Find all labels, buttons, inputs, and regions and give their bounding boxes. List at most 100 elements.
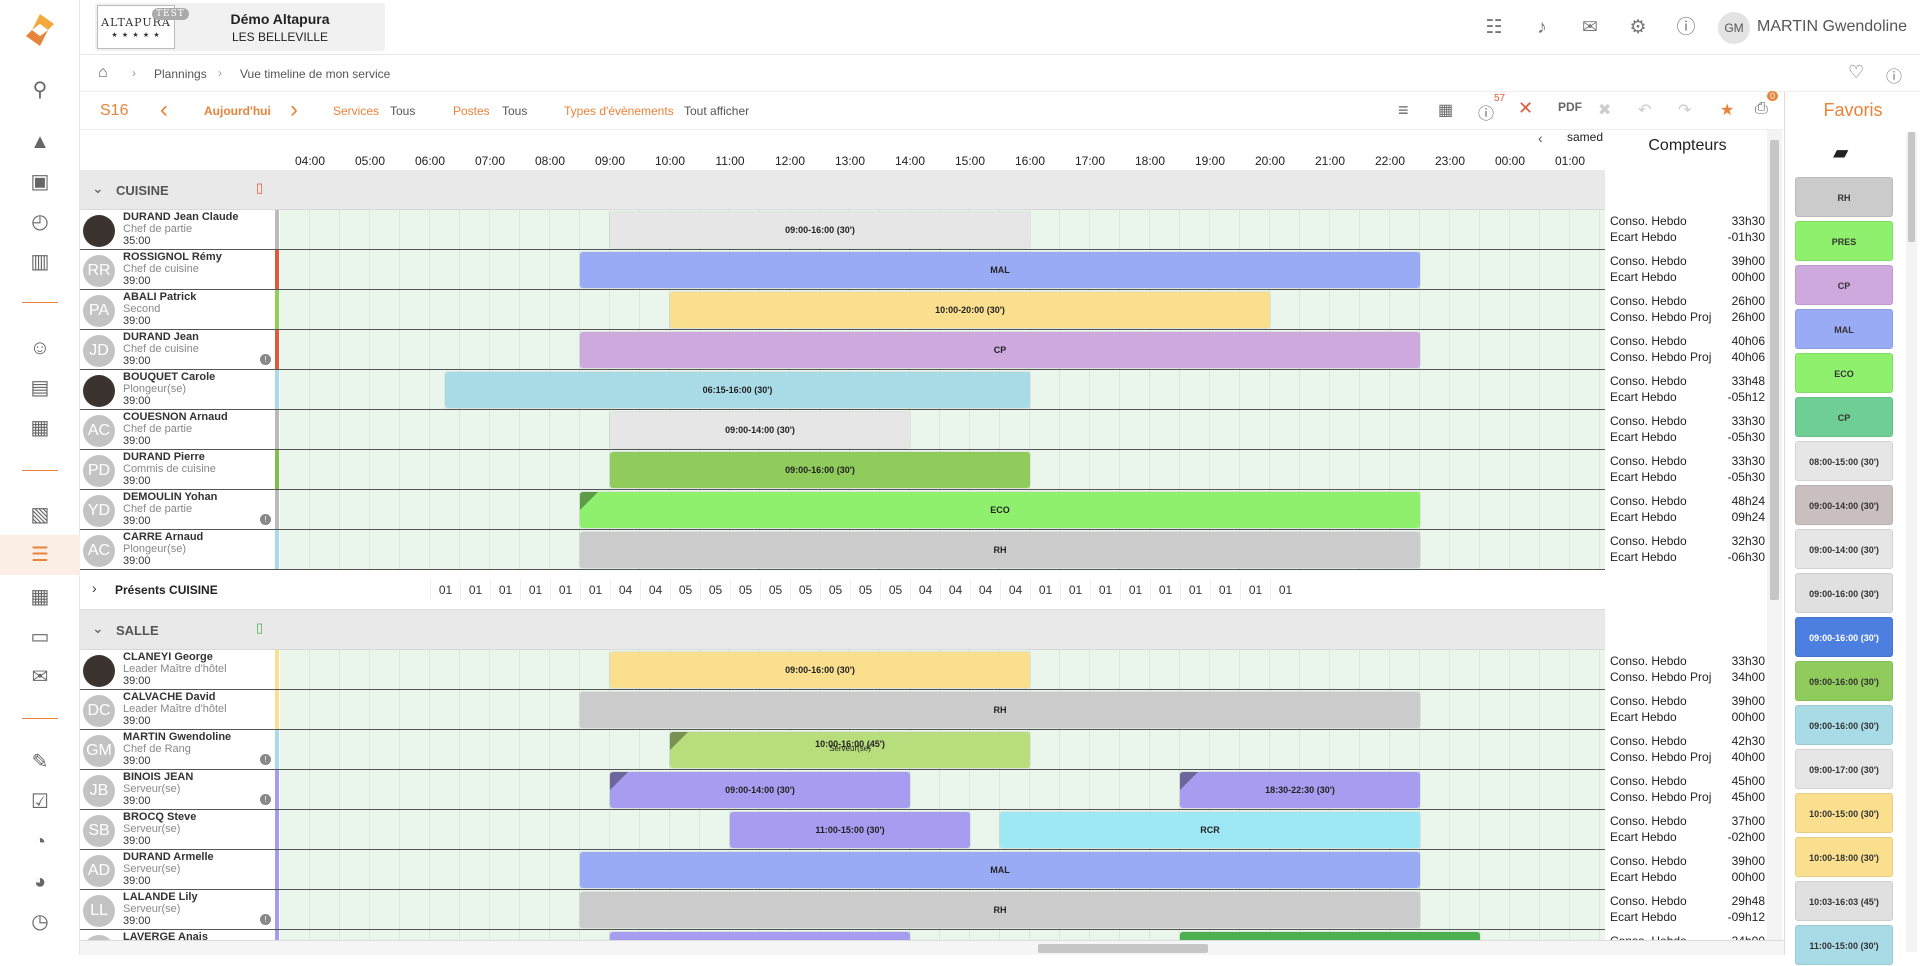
print-icon[interactable]: ⎙	[1755, 100, 1768, 118]
timeline-lane[interactable]: 09:00-16:00 (30')	[280, 210, 1605, 250]
timeline-lane[interactable]: RH	[280, 890, 1605, 930]
eraser-icon[interactable]: ▰	[1833, 140, 1848, 165]
favorite-item[interactable]: CP	[1795, 397, 1893, 437]
clock-icon[interactable]: ◴	[28, 210, 52, 234]
shift-block[interactable]	[610, 932, 910, 940]
altapura-logo-icon[interactable]	[20, 10, 60, 50]
favorite-item[interactable]: 10:00-18:00 (30')	[1795, 837, 1893, 877]
favorites-scrollbar[interactable]	[1906, 132, 1917, 952]
shift-block[interactable]: RH	[580, 532, 1420, 568]
avatar[interactable]: GM	[1718, 12, 1750, 44]
vertical-scrollbar[interactable]	[1767, 130, 1782, 940]
presents-row[interactable]: › Présents CUISINE 01 01 01 01 01 01 04 04 05 05 05 0…	[80, 570, 1605, 610]
favorite-item[interactable]: 08:00-15:00 (30')	[1795, 441, 1893, 481]
employee-row-info[interactable]: DURAND Jean Claude Chef de partie 35:00	[80, 210, 280, 250]
timeline-lane[interactable]	[280, 930, 1605, 940]
employee-row-info[interactable]: SB BROCQ Steve Serveur(se) 39:00	[80, 810, 280, 850]
timeline-lane[interactable]: MAL	[280, 850, 1605, 890]
layers-icon[interactable]: ▭	[28, 625, 52, 649]
timeline-lane[interactable]: 11:00-15:00 (30') RCR	[280, 810, 1605, 850]
stats-icon[interactable]: ▣	[28, 170, 52, 194]
mobile-status-icon[interactable]: ▯	[256, 620, 263, 636]
event-types-filter-label[interactable]: Types d'évènements	[564, 104, 674, 118]
timeline-lane[interactable]: 09:00-14:00 (30')	[280, 410, 1605, 450]
favorite-item[interactable]: 09:00-16:00 (30')	[1795, 661, 1893, 701]
site-selector[interactable]: ALTAPURA ★ ★ ★ ★ ★ TEST Démo Altapura LE…	[95, 3, 385, 51]
lock-clock-icon[interactable]: ◔	[28, 830, 52, 854]
favorite-item[interactable]: 11:00-15:00 (30')	[1795, 925, 1893, 965]
employee-row-info[interactable]: CLANEYI George Leader Maître d'hôtel 39:00	[80, 650, 280, 690]
shift-block[interactable]: 09:00-16:00 (30')	[610, 652, 1030, 688]
favorite-item[interactable]: PRES	[1795, 221, 1893, 261]
alert-icon[interactable]: !	[260, 754, 271, 765]
employee-row-info[interactable]: RR ROSSIGNOL Rémy Chef de cuisine 39:00	[80, 250, 280, 290]
favorite-item[interactable]: 10:03-16:03 (45')	[1795, 881, 1893, 921]
employee-row-info[interactable]: GM MARTIN Gwendoline Chef de Rang 39:00!	[80, 730, 280, 770]
pdf-export-icon[interactable]: PDF	[1558, 100, 1582, 114]
employee-row-info[interactable]: JB BINOIS JEAN Serveur(se) 39:00!	[80, 770, 280, 810]
mobile-status-icon[interactable]: ▯	[256, 180, 263, 196]
favorite-item[interactable]: ECO	[1795, 353, 1893, 393]
timeline-lane[interactable]: 09:00-16:00 (30')	[280, 650, 1605, 690]
section-header[interactable]: ⌄ SALLE ▯	[80, 610, 1605, 650]
favorite-item[interactable]: 09:00-14:00 (30')	[1795, 485, 1893, 525]
users-icon[interactable]: ☺	[28, 336, 52, 360]
apps-grid-icon[interactable]: ☷	[1482, 16, 1506, 40]
shift-block[interactable]: RH	[580, 892, 1420, 928]
employee-row-info[interactable]: PD DURAND Pierre Commis de cuisine 39:00	[80, 450, 280, 490]
timeline-lane[interactable]: MAL	[280, 250, 1605, 290]
timeline-lane[interactable]: 09:00-14:00 (30') 18:30-22:30 (30')	[280, 770, 1605, 810]
employee-row-info[interactable]: BOUQUET Carole Plongeur(se) 39:00	[80, 370, 280, 410]
favorite-item[interactable]: 09:00-16:00 (30')	[1795, 573, 1893, 613]
shift-block[interactable]: RCR	[1000, 812, 1420, 848]
favorite-item[interactable]: 09:00-16:00 (30')	[1795, 705, 1893, 745]
timeline-lane[interactable]: 10:00-20:00 (30')	[280, 290, 1605, 330]
timeline-lane[interactable]: ECO	[280, 490, 1605, 530]
info-icon[interactable]: ⓘ	[1886, 63, 1902, 87]
undo-icon[interactable]: ↶	[1638, 100, 1651, 120]
employee-row-info[interactable]: LL LALANDE Lily Serveur(se) 39:00!	[80, 890, 280, 930]
search-icon[interactable]: ⚲	[28, 78, 52, 102]
favorite-item[interactable]: RH	[1795, 177, 1893, 217]
horizontal-scrollbar[interactable]	[80, 940, 1785, 955]
services-filter-label[interactable]: Services	[333, 104, 379, 118]
timeline-lane[interactable]: RH	[280, 690, 1605, 730]
timer-icon[interactable]: ◷	[28, 910, 52, 934]
shift-block[interactable]: 18:30-22:30 (30')	[1180, 772, 1420, 808]
density-icon[interactable]: ≡	[1398, 100, 1409, 121]
timeline-lane[interactable]: 09:00-16:00 (30')	[280, 450, 1605, 490]
employee-row-info[interactable]: PA ABALI Patrick Second 39:00	[80, 290, 280, 330]
shift-block[interactable]: 09:00-14:00 (30')	[610, 412, 910, 448]
employee-row-info[interactable]: DC CALVACHE David Leader Maître d'hôtel 39:…	[80, 690, 280, 730]
shift-block[interactable]: 10:00-20:00 (30')	[670, 292, 1270, 328]
star-calendar-icon[interactable]: ★	[1720, 100, 1734, 120]
shift-block[interactable]: 09:00-14:00 (30')	[610, 772, 910, 808]
contact-card-icon[interactable]: ▤	[28, 376, 52, 400]
mobile-off-icon[interactable]: ✕	[1518, 98, 1533, 119]
home-bell-icon[interactable]: ▲	[28, 130, 52, 154]
bell-icon[interactable]: ♪	[1530, 16, 1554, 40]
favorite-item[interactable]: 09:00-16:00 (30')	[1795, 617, 1893, 657]
next-week-button[interactable]: ›	[290, 96, 298, 124]
today-button[interactable]: Aujourd'hui	[204, 104, 271, 118]
id-badge-icon[interactable]: ▦	[28, 416, 52, 440]
calendar-icon[interactable]: ▦	[28, 585, 52, 609]
employee-row-info[interactable]: AC COUESNON Arnaud Chef de partie 39:00	[80, 410, 280, 450]
alert-icon[interactable]: !	[260, 794, 271, 805]
shift-block[interactable]: MAL	[580, 852, 1420, 888]
employee-row-info[interactable]: JD DURAND Jean Chef de cuisine 39:00!	[80, 330, 280, 370]
shift-block[interactable]: 10:00-16:00 (45') Serveur(se)	[670, 732, 1030, 768]
favorite-item[interactable]: 09:00-17:00 (30')	[1795, 749, 1893, 789]
favorite-item[interactable]: MAL	[1795, 309, 1893, 349]
employee-row-info[interactable]: AD DURAND Armelle Serveur(se) 39:00	[80, 850, 280, 890]
checklist-icon[interactable]: ☑	[28, 790, 52, 814]
book-icon[interactable]: ▥	[28, 250, 52, 274]
event-types-filter-value[interactable]: Tout afficher	[684, 104, 749, 118]
employee-row-info[interactable]: AC CARRE Arnaud Plongeur(se) 39:00	[80, 530, 280, 570]
employee-row-info[interactable]: YD DEMOULIN Yohan Chef de partie 39:00!	[80, 490, 280, 530]
previous-week-button[interactable]: ‹	[160, 96, 168, 124]
user-name[interactable]: MARTIN Gwendoline	[1757, 18, 1907, 36]
mail-icon[interactable]: ✉	[28, 665, 52, 689]
redo-icon[interactable]: ↷	[1678, 100, 1691, 120]
chevron-down-icon[interactable]: ⌄	[92, 180, 104, 197]
